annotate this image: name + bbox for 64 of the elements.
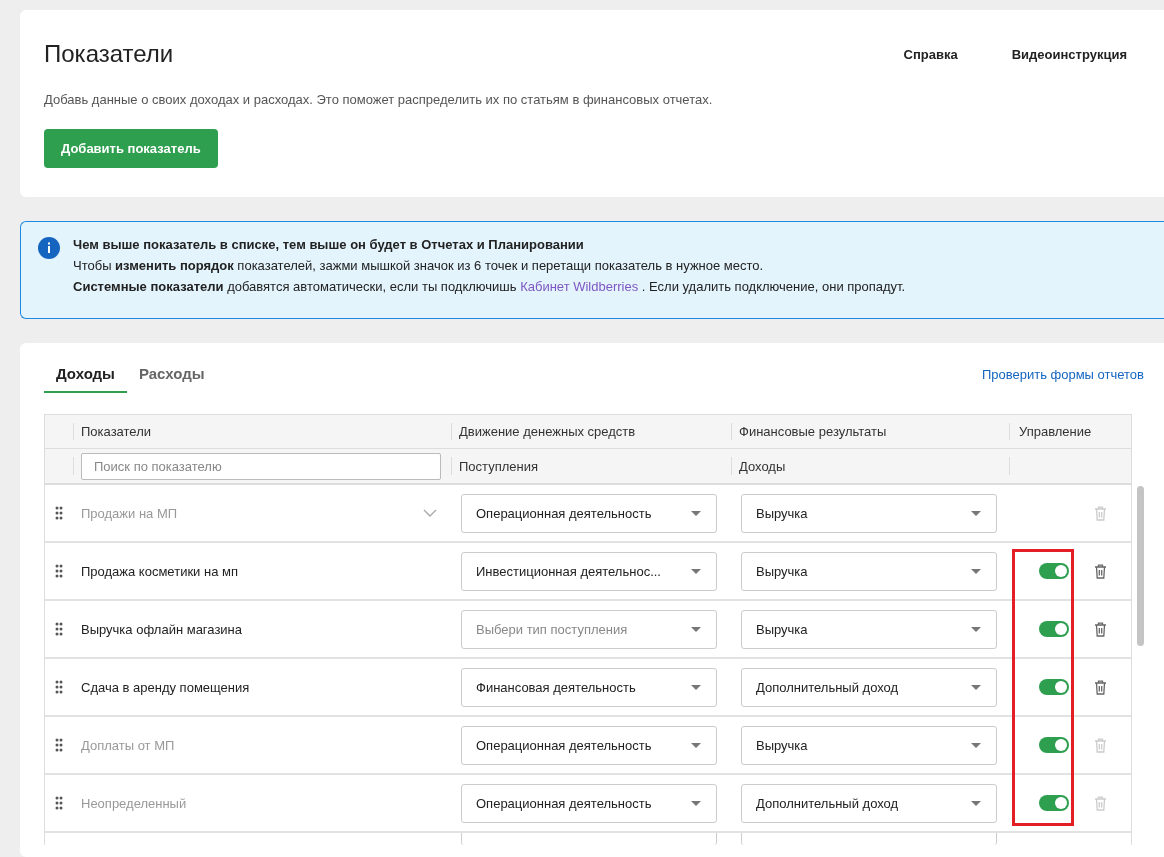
caret-icon (971, 510, 981, 516)
cashflow-select[interactable]: Операционная деятельность (461, 493, 717, 533)
caret-icon (691, 684, 701, 690)
drag-handle-icon[interactable] (55, 796, 63, 810)
indicator-name: Неопределенный (81, 795, 187, 811)
info-text: Системные показатели добавятся автоматически, если ты подключишь Кабинет Wildberries . Если удалить подключение, они пропадут. (73, 279, 906, 294)
drag-handle-icon[interactable] (55, 680, 63, 694)
page-title: Показатели (44, 40, 174, 68)
cabinet-link[interactable]: Кабинет Wildberries (520, 279, 639, 294)
indicator-name: Сдача в аренду помещения (81, 679, 250, 695)
caret-icon (691, 800, 701, 806)
column-header: Финансовые результаты (739, 424, 887, 439)
trash-icon[interactable] (1094, 679, 1107, 695)
caret-icon (691, 742, 701, 748)
caret-icon (691, 626, 701, 632)
drag-handle-icon[interactable] (55, 564, 63, 578)
cashflow-select[interactable]: Инвестиционная деятельнос... (461, 551, 717, 591)
column-header: Движение денежных средств (459, 424, 636, 439)
tab[interactable]: Доходы (44, 365, 127, 393)
result-select[interactable]: Выручка (741, 551, 997, 591)
info-title: Чем выше показатель в списке, тем выше он будет в Отчетах и Планировании (73, 237, 585, 252)
filter-label: Доходы (739, 458, 786, 474)
toggle-switch[interactable] (1039, 679, 1069, 695)
result-select[interactable]: Дополнительный доход (741, 667, 997, 707)
info-icon (38, 237, 60, 259)
caret-icon (971, 800, 981, 806)
indicator-name: Выручка офлайн магазина (81, 621, 243, 637)
cashflow-select[interactable]: Операционная деятельность (461, 783, 717, 823)
caret-icon (971, 626, 981, 632)
caret-icon (971, 684, 981, 690)
column-header: Показатели (81, 424, 151, 439)
indicator-name: Продажи на МП (81, 505, 178, 521)
toggle-switch[interactable] (1039, 737, 1069, 753)
cashflow-select[interactable]: Финансовая деятельность (461, 667, 717, 707)
trash-icon[interactable] (1094, 563, 1107, 579)
drag-handle-icon[interactable] (55, 738, 63, 752)
result-select[interactable]: Выручка (741, 609, 997, 649)
info-text: Чтобы изменить порядок показателей, зажми мышкой значок из 6 точек и перетащи показатель в нужное место. (73, 258, 765, 273)
cashflow-select[interactable]: Выбери тип поступления (461, 609, 717, 649)
toggle-switch[interactable] (1039, 795, 1069, 811)
cashflow-select[interactable]: Операционная деятельность (461, 725, 717, 765)
caret-icon (971, 742, 981, 748)
indicator-name: Доплаты от МП (81, 737, 175, 753)
caret-icon (691, 568, 701, 574)
result-select[interactable]: Выручка (741, 493, 997, 533)
header-link[interactable]: Видеоинструкция (1011, 46, 1127, 62)
page-description: Добавь данные о своих доходах и расходах. Это поможет распределить их по статьям в финансовых отчетах. (44, 92, 714, 107)
toggle-switch[interactable] (1039, 621, 1069, 637)
caret-icon (971, 568, 981, 574)
trash-icon[interactable] (1094, 621, 1107, 637)
result-select[interactable]: Дополнительный доход (741, 783, 997, 823)
tab[interactable]: Расходы (126, 365, 217, 393)
toggle-switch[interactable] (1039, 563, 1069, 579)
indicator-name: Продажа косметики на мп (81, 563, 238, 579)
check-reports-link[interactable]: Проверить формы отчетов (981, 367, 1144, 382)
search-field[interactable]: Поиск по показателю (81, 452, 441, 480)
caret-icon (691, 510, 701, 516)
drag-handle-icon[interactable] (55, 506, 63, 520)
scrollbar-thumb[interactable] (1137, 486, 1144, 646)
header-link[interactable]: Справка (903, 46, 958, 62)
filter-label: Поступления (459, 458, 538, 474)
result-select[interactable]: Выручка (741, 725, 997, 765)
drag-handle-icon[interactable] (55, 622, 63, 636)
column-header: Управление (1019, 424, 1092, 439)
